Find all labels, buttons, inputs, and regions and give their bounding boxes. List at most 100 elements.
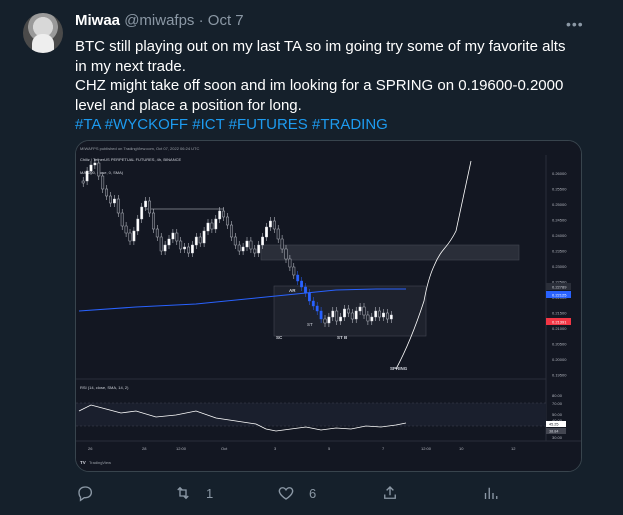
candle: [124, 225, 128, 234]
share-button[interactable]: [381, 484, 399, 502]
reply-button[interactable]: [76, 484, 94, 502]
candle: [366, 314, 370, 322]
price-tick: 0.24500: [552, 218, 567, 223]
candle: [276, 228, 280, 240]
candle: [265, 226, 268, 238]
candle: [319, 310, 323, 320]
candle: [132, 230, 136, 242]
symbol-line: Chiliz / TetherUS PERPETUAL FUTURES, 4h,…: [80, 157, 181, 162]
candle: [261, 236, 264, 246]
price-tick: 0.20500: [552, 342, 567, 347]
candle: [179, 240, 183, 250]
tweet-line: CHZ might take off soon and im looking f…: [75, 77, 564, 94]
price-tick: 0.25000: [552, 202, 567, 207]
annotation-sc: SC: [276, 335, 283, 340]
candle: [190, 244, 194, 254]
candle: [296, 274, 300, 282]
ellipsis-icon[interactable]: •••: [566, 16, 584, 32]
candle: [155, 228, 159, 238]
price-tick: 0.24000: [552, 233, 567, 238]
time-tick: 26: [88, 446, 93, 451]
candle: [218, 210, 222, 220]
like-count: 6: [309, 485, 317, 501]
candle: [226, 216, 229, 226]
candle: [148, 200, 151, 214]
candle: [97, 162, 101, 177]
candle: [386, 312, 389, 320]
retweet-count: 1: [206, 485, 214, 501]
author-handle[interactable]: @miwafps: [124, 12, 194, 29]
candle: [280, 238, 284, 250]
hashtags[interactable]: #TA #WYCKOFF #ICT #FUTURES #TRADING: [75, 115, 595, 135]
candle: [89, 164, 93, 172]
candle: [343, 308, 346, 318]
time-tick: 10: [459, 446, 464, 451]
candle: [105, 188, 108, 197]
candle: [120, 212, 124, 227]
price-tick: 0.20000: [552, 357, 567, 362]
candle: [187, 246, 190, 254]
candle: [358, 306, 362, 312]
like-button[interactable]: 6: [277, 484, 316, 502]
candle: [335, 310, 339, 322]
candle: [288, 258, 292, 268]
candle: [151, 212, 155, 230]
tradingview-chart: MIWAFPS published on TradingView.com, Oc…: [76, 141, 581, 471]
tweet-header: Miwaa @miwafps · Oct 7: [75, 12, 244, 30]
candle: [245, 240, 249, 248]
candle: [85, 170, 89, 182]
rsi-tick: 80.00: [552, 393, 563, 398]
candle: [272, 220, 276, 230]
candle: [347, 308, 350, 314]
tweet-text: BTC still playing out on my last TA so i…: [75, 37, 595, 135]
chart-image[interactable]: MIWAFPS published on TradingView.com, Oc…: [75, 140, 582, 472]
price-tick: 0.21500: [552, 311, 567, 316]
time-tick: 12: [511, 446, 516, 451]
candle: [378, 310, 381, 318]
candle: [175, 232, 179, 242]
candle: [113, 198, 116, 204]
action-bar: 1 6: [0, 478, 623, 508]
heart-icon: [278, 487, 294, 500]
rsi-tick: 30.00: [552, 435, 563, 440]
tweet[interactable]: Miwaa @miwafps · Oct 7 ••• BTC still pla…: [0, 0, 623, 515]
candle: [374, 310, 378, 318]
candle: [167, 238, 171, 246]
candle: [249, 240, 253, 250]
avatar[interactable]: [23, 13, 63, 53]
candle: [144, 200, 148, 208]
candle: [292, 266, 296, 276]
candle: [140, 206, 144, 220]
author-name[interactable]: Miwaa: [75, 12, 120, 29]
tweet-line: in my next trade.: [75, 57, 186, 75]
candle: [198, 236, 202, 244]
candle: [257, 244, 261, 254]
retweet-button[interactable]: 1: [174, 484, 213, 502]
time-tick: Oct: [221, 446, 228, 451]
price-badge: 0.22789: [552, 285, 567, 290]
candle: [300, 280, 303, 288]
candle: [81, 180, 85, 184]
candle: [229, 224, 233, 238]
annotation-ar: AR: [289, 288, 296, 293]
tradingview-logo: TV: [80, 460, 86, 465]
price-tick: 0.25500: [552, 187, 567, 192]
time-tick: 28: [142, 446, 147, 451]
candle: [183, 246, 187, 250]
candle: [241, 246, 245, 252]
candle: [222, 210, 225, 218]
candle: [171, 232, 175, 240]
price-tick: 0.21000: [552, 326, 567, 331]
candle: [382, 312, 385, 318]
candle: [233, 236, 237, 246]
analytics-button[interactable]: [481, 484, 499, 502]
tweet-date[interactable]: Oct 7: [208, 12, 244, 29]
rsi-badge: 45.25: [549, 423, 559, 427]
candle: [354, 310, 358, 320]
candle: [284, 248, 288, 260]
candle: [202, 230, 206, 244]
candle: [323, 318, 327, 324]
price-tick: 0.23000: [552, 264, 567, 269]
candle: [237, 244, 241, 252]
tweet-line: BTC still playing out on my last TA so i…: [75, 38, 566, 55]
